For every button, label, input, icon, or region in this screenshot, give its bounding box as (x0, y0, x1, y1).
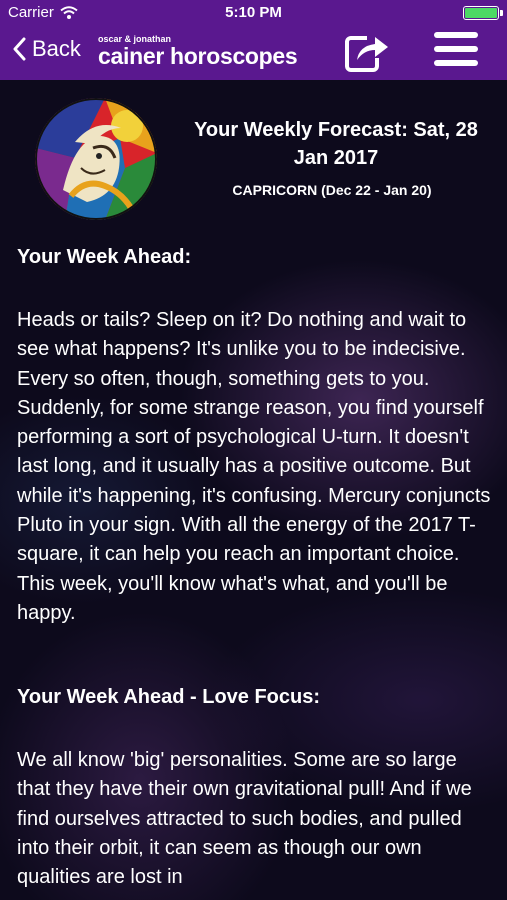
battery-icon (463, 6, 503, 20)
brand-title: cainer horoscopes (98, 43, 298, 69)
section-body-week-ahead: Heads or tails? Sleep on it? Do nothing … (17, 309, 491, 624)
sign-date-range: CAPRICORN (Dec 22 - Jan 20) (232, 182, 432, 198)
back-label: Back (32, 36, 81, 61)
chevron-left-icon (13, 37, 26, 61)
forecast-title: Your Weekly Forecast: Sat, 28 Jan 2017 (194, 119, 478, 169)
section-heading-love-focus: Your Week Ahead - Love Focus: (17, 686, 321, 708)
section-body-love-focus: We all know 'big' personalities. Some ar… (17, 749, 472, 889)
section-heading-week-ahead: Your Week Ahead: (17, 246, 192, 268)
clock: 5:10 PM (225, 4, 282, 21)
back-button[interactable]: Back (12, 36, 81, 62)
forecast-content: Your Weekly Forecast: Sat, 28 Jan 2017 C… (0, 80, 507, 900)
capricorn-emblem (35, 98, 157, 220)
status-bar: Carrier 5:10 PM (0, 0, 507, 26)
nav-bar: Back oscar & jonathan cainer horoscopes (0, 26, 507, 80)
share-icon[interactable] (343, 30, 391, 74)
brand-logo: oscar & jonathan cainer horoscopes (98, 35, 298, 69)
menu-button[interactable] (434, 32, 478, 74)
